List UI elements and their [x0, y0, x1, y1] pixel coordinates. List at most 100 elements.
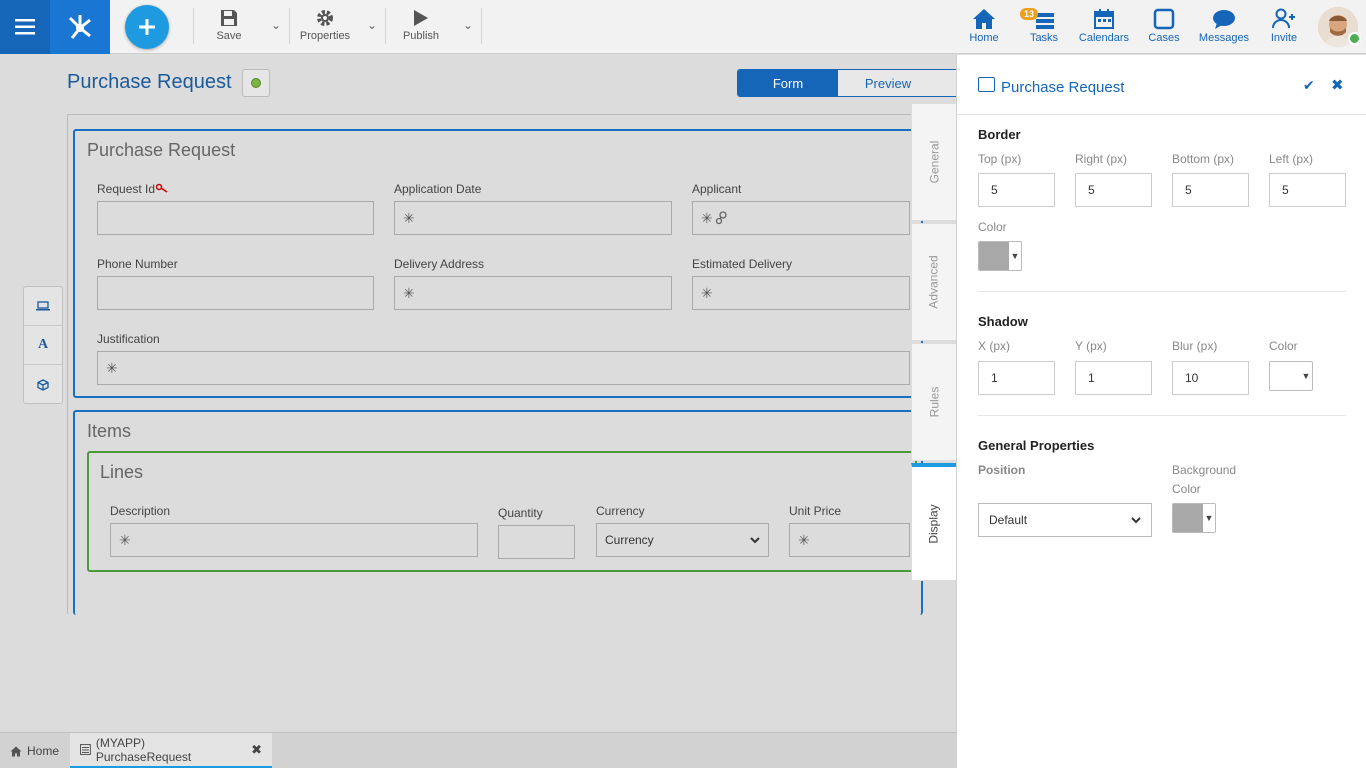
bottom-tab-home[interactable]: Home	[0, 733, 69, 768]
divider	[978, 291, 1346, 292]
nav-home-label: Home	[969, 32, 999, 44]
border-color-label: Color	[978, 220, 1007, 234]
bottom-tab-bar: Home (MYAPP) PurchaseRequest ✖	[0, 732, 956, 768]
field-label-application-date: Application Date	[394, 182, 482, 196]
border-right-label: Right (px)	[1075, 152, 1128, 166]
position-label: Position	[978, 463, 1026, 477]
status-indicator[interactable]	[242, 69, 270, 97]
close-tab-icon[interactable]: ✖	[251, 742, 262, 758]
unit-price-input[interactable]: ✳	[789, 523, 910, 557]
close-icon[interactable]: ✖	[1331, 76, 1344, 94]
app-logo[interactable]	[50, 0, 110, 54]
divider	[978, 415, 1346, 416]
desktop-view-button[interactable]	[24, 287, 62, 326]
tab-preview[interactable]: Preview	[838, 70, 938, 96]
phone-number-input[interactable]	[97, 276, 374, 310]
panel-title: Purchase Request	[1001, 79, 1125, 96]
shadow-y-label: Y (px)	[1075, 339, 1107, 353]
shadow-blur-label: Blur (px)	[1172, 339, 1218, 353]
shadow-x-input[interactable]: 1	[978, 361, 1055, 395]
confirm-check-icon[interactable]: ✔	[1303, 77, 1315, 94]
border-right-input[interactable]: 5	[1075, 173, 1152, 207]
hamburger-menu-button[interactable]	[0, 0, 50, 54]
currency-select[interactable]: Currency	[596, 523, 769, 557]
border-heading: Border	[978, 127, 1021, 142]
panel-header: Purchase Request ✔ ✖	[957, 55, 1366, 115]
border-bottom-label: Bottom (px)	[1172, 152, 1235, 166]
properties-dropdown-caret-icon[interactable]: ⌄	[367, 18, 377, 32]
toolbar-separator	[385, 8, 386, 44]
nav-cases[interactable]: Cases	[1147, 6, 1181, 50]
vtab-rules[interactable]: Rules	[911, 343, 957, 461]
caret-down-icon: ▼	[1301, 371, 1311, 381]
justification-input[interactable]: ✳	[97, 351, 910, 385]
toolbar-separator	[193, 8, 194, 44]
nav-messages[interactable]: Messages	[1197, 6, 1251, 50]
text-style-button[interactable]: A	[24, 326, 62, 365]
add-button[interactable]	[125, 5, 169, 49]
top-bar: Save ⌄ Properties ⌄ Publish ⌄ Home 13 Ta…	[0, 0, 1366, 54]
vtab-general[interactable]: General	[911, 103, 957, 221]
toolbar-separator	[289, 8, 290, 44]
nav-tasks-label: Tasks	[1029, 32, 1059, 44]
cube-button[interactable]	[24, 365, 62, 404]
vtab-advanced[interactable]: Advanced	[911, 223, 957, 341]
asterisk-icon: ✳	[701, 284, 713, 301]
border-color-picker[interactable]: ▼	[978, 241, 1022, 271]
estimated-delivery-input[interactable]: ✳	[692, 276, 910, 310]
nav-home[interactable]: Home	[966, 6, 1002, 50]
quantity-input[interactable]	[498, 525, 575, 559]
nav-calendars[interactable]: Calendars	[1078, 6, 1130, 50]
field-label-applicant: Applicant	[692, 182, 742, 196]
request-id-input[interactable]	[97, 201, 374, 235]
properties-label: Properties	[299, 30, 351, 42]
description-input[interactable]: ✳	[110, 523, 478, 557]
shadow-heading: Shadow	[978, 314, 1028, 329]
vtab-display[interactable]: Display	[911, 463, 957, 581]
font-icon: A	[37, 337, 49, 352]
section-title: Items	[87, 421, 132, 441]
background-color-label-line2: Color	[1172, 482, 1201, 496]
save-dropdown-caret-icon[interactable]: ⌄	[271, 18, 281, 32]
network-logo-icon	[68, 15, 91, 39]
border-top-input[interactable]: 5	[978, 173, 1055, 207]
position-select[interactable]: Default	[978, 503, 1152, 537]
caret-down-icon: ▼	[1010, 251, 1020, 261]
plus-icon	[139, 19, 155, 35]
message-bubble-icon	[1213, 10, 1235, 29]
properties-button[interactable]: Properties	[298, 6, 352, 50]
asterisk-icon: ✳	[119, 531, 131, 548]
page-title: Purchase Request	[67, 71, 232, 93]
publish-dropdown-caret-icon[interactable]: ⌄	[463, 18, 473, 32]
border-bottom-input[interactable]: 5	[1172, 173, 1249, 207]
home-icon	[973, 9, 995, 29]
field-label-estimated-delivery: Estimated Delivery	[692, 257, 793, 271]
lookup-icon	[715, 211, 727, 225]
publish-button[interactable]: Publish	[401, 6, 441, 50]
tab-form[interactable]: Form	[738, 70, 838, 96]
field-label-phone-number: Phone Number	[97, 257, 178, 271]
nav-invite[interactable]: Invite	[1268, 6, 1300, 50]
applicant-input[interactable]: ✳	[692, 201, 910, 235]
nav-tasks[interactable]: 13 Tasks	[1020, 6, 1062, 50]
shadow-y-input[interactable]: 1	[1075, 361, 1152, 395]
application-date-input[interactable]: ✳	[394, 201, 672, 235]
currency-select-value: Currency	[605, 533, 654, 547]
border-left-input[interactable]: 5	[1269, 173, 1346, 207]
section-icon	[978, 77, 995, 92]
shadow-x-label: X (px)	[978, 339, 1011, 353]
bottom-tab-document[interactable]: (MYAPP) PurchaseRequest ✖	[70, 733, 272, 768]
field-label-quantity: Quantity	[498, 506, 543, 520]
general-properties-heading: General Properties	[978, 438, 1095, 453]
shadow-color-picker[interactable]: ▼	[1269, 361, 1313, 391]
save-button[interactable]: Save	[212, 6, 246, 50]
device-toolbar: A	[23, 286, 63, 404]
border-left-label: Left (px)	[1269, 152, 1314, 166]
asterisk-icon: ✳	[403, 284, 415, 301]
toolbar-separator	[481, 8, 482, 44]
delivery-address-input[interactable]: ✳	[394, 276, 672, 310]
asterisk-icon: ✳	[798, 531, 810, 548]
background-color-picker[interactable]: ▼	[1172, 503, 1216, 533]
asterisk-icon: ✳	[701, 209, 713, 226]
shadow-blur-input[interactable]: 10	[1172, 361, 1249, 395]
